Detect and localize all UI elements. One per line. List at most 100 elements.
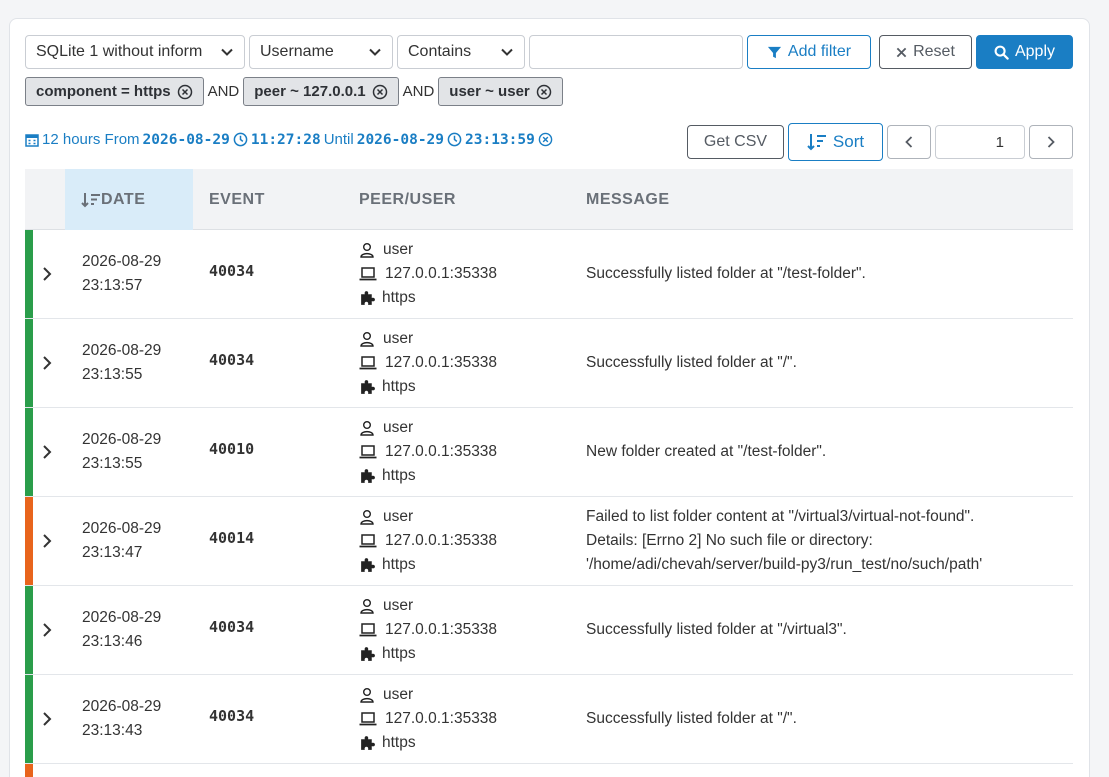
row-date: 2026-08-29 23:13:47 (82, 517, 161, 565)
row-message: Successfully listed folder at "/virtual3… (586, 618, 1066, 642)
operator-select[interactable]: Contains (397, 35, 525, 69)
remove-circle-icon[interactable] (536, 84, 552, 100)
row-message-line: Failed to list folder content at "/virtu… (586, 508, 975, 525)
range-until-label: Until (323, 131, 354, 148)
row-date-day: 2026-08-29 (82, 609, 162, 626)
row-date: 2026-08-29 23:13:55 (82, 428, 161, 476)
chevron-right-icon[interactable] (40, 620, 54, 640)
prev-page-button[interactable] (887, 125, 931, 159)
status-bar (25, 319, 33, 407)
row-message: Successfully listed folder at "/". (586, 707, 1066, 731)
row-component: https (359, 642, 497, 666)
row-event-id: 40034 (209, 351, 255, 369)
row-date-time: 23:13:55 (82, 455, 143, 472)
and-separator: AND (207, 83, 240, 100)
source-select[interactable]: SQLite 1 without inform (25, 35, 245, 69)
page-number-input[interactable] (935, 125, 1025, 159)
row-peer-user: user 127.0.0.1:35338 https (359, 416, 497, 488)
filter-value-input[interactable] (529, 35, 743, 69)
row-component-name: https (382, 645, 416, 662)
row-peer-address: 127.0.0.1:35338 (385, 354, 498, 371)
row-date-day: 2026-08-29 (82, 342, 162, 359)
filter-chip[interactable]: component = https (25, 77, 204, 106)
row-component: https (359, 286, 497, 310)
row-message-line: New folder created at "/test-folder". (586, 443, 827, 460)
row-date-day: 2026-08-29 (82, 698, 162, 715)
table-row[interactable]: 2026-08-29 23:13:55 40010 user 127.0.0.1… (25, 408, 1073, 497)
row-date-day: 2026-08-29 (82, 253, 162, 270)
clock-icon (447, 132, 462, 147)
clear-range-icon[interactable] (538, 132, 553, 147)
reset-button[interactable]: Reset (879, 35, 972, 69)
table-row[interactable]: 2026-08-29 23:13:46 40034 user 127.0.0.1… (25, 586, 1073, 675)
row-component: https (359, 375, 497, 399)
chevron-right-icon[interactable] (40, 353, 54, 373)
reset-label: Reset (913, 43, 955, 60)
row-date-time: 23:13:46 (82, 633, 143, 650)
sort-label: Sort (832, 132, 865, 151)
chevron-down-icon (369, 48, 381, 56)
row-component-name: https (382, 289, 416, 306)
column-header-date[interactable]: DATE (65, 169, 193, 230)
chevron-right-icon[interactable] (40, 264, 54, 284)
table-row[interactable]: 2026-08-29 23:13:43 40034 user 127.0.0.1… (25, 675, 1073, 764)
row-date: 2026-08-29 23:13:55 (82, 339, 161, 387)
column-header-message[interactable]: MESSAGE (586, 169, 670, 230)
row-message: Failed to list folder content at "/virtu… (586, 505, 1066, 577)
sort-button[interactable]: Sort (788, 123, 883, 161)
row-date: 2026-08-29 23:13:43 (82, 695, 161, 743)
laptop-icon (359, 267, 377, 281)
chevron-right-icon[interactable] (40, 709, 54, 729)
next-page-button[interactable] (1029, 125, 1073, 159)
row-user-name: user (383, 241, 414, 258)
table-row[interactable]: 2026-08-29 23:13:55 40034 user 127.0.0.1… (25, 319, 1073, 408)
user-icon (360, 243, 374, 258)
status-bar (25, 764, 33, 777)
row-peer-user: user 127.0.0.1:35338 https (359, 505, 497, 577)
laptop-icon (359, 356, 377, 370)
chevron-down-icon (221, 48, 233, 56)
row-user: user (359, 594, 497, 618)
remove-circle-icon[interactable] (177, 84, 193, 100)
events-table: DATE EVENT PEER/USER MESSAGE 2026-08-29 … (25, 169, 1073, 777)
row-message: New folder created at "/test-folder". (586, 440, 1066, 464)
puzzle-piece-icon (361, 290, 375, 305)
filter-chip[interactable]: user ~ user (438, 77, 563, 106)
puzzle-piece-icon (361, 735, 375, 750)
remove-circle-icon[interactable] (372, 84, 388, 100)
add-filter-button[interactable]: Add filter (747, 35, 871, 69)
table-row[interactable]: 2026-08-29 23:13:47 40014 user 127.0.0.1… (25, 497, 1073, 586)
chevron-right-icon (1047, 136, 1055, 148)
column-header-peer-user[interactable]: PEER/USER (359, 169, 456, 230)
apply-button[interactable]: Apply (976, 35, 1073, 69)
row-message-line: Successfully listed folder at "/virtual3… (586, 621, 847, 638)
row-peer-address: 127.0.0.1:35338 (385, 532, 498, 549)
user-icon (360, 510, 374, 525)
filter-chip[interactable]: peer ~ 127.0.0.1 (243, 77, 399, 106)
row-message-line: Successfully listed folder at "/". (586, 354, 797, 371)
row-message: Successfully listed folder at "/test-fol… (586, 262, 1066, 286)
column-header-label: EVENT (209, 190, 265, 208)
chevron-right-icon[interactable] (40, 442, 54, 462)
puzzle-piece-icon (361, 557, 375, 572)
row-event-id: 40034 (209, 618, 255, 636)
field-select[interactable]: Username (249, 35, 393, 69)
row-peer-address: 127.0.0.1:35338 (385, 621, 498, 638)
time-range[interactable]: 12 hours From 2026-08-29 11:27:28 Until … (25, 131, 553, 148)
row-message-line: '/home/adi/chevah/server/build-py3/run_t… (586, 556, 983, 573)
column-header-label: MESSAGE (586, 190, 670, 208)
row-date: 2026-08-29 23:13:57 (82, 250, 161, 298)
row-peer: 127.0.0.1:35338 (359, 707, 497, 731)
table-row[interactable]: 2026-08-29 23:13:57 40034 user 127.0.0.1… (25, 230, 1073, 319)
add-filter-label: Add filter (787, 43, 852, 60)
column-header-event[interactable]: EVENT (209, 169, 265, 230)
row-user-name: user (383, 597, 414, 614)
user-icon (360, 332, 374, 347)
row-date-day: 2026-08-29 (82, 431, 162, 448)
get-csv-button[interactable]: Get CSV (687, 125, 784, 159)
row-peer-user: user 127.0.0.1:35338 https (359, 327, 497, 399)
row-user-name: user (383, 330, 414, 347)
column-header-label: PEER/USER (359, 190, 456, 208)
chevron-right-icon[interactable] (40, 531, 54, 551)
row-peer-user: user 127.0.0.1:35338 https (359, 594, 497, 666)
